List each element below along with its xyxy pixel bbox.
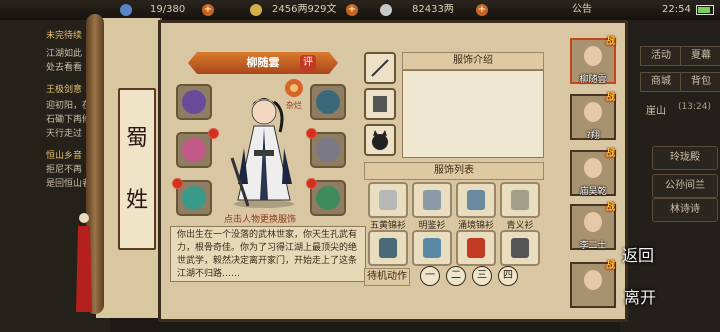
stamina-value: 19/380 — [150, 4, 186, 15]
bag-button[interactable]: 背包 — [680, 72, 720, 92]
outfit-icon — [423, 190, 441, 210]
outfit-item[interactable] — [456, 182, 496, 218]
quest-log-line[interactable]: 迎初阳，在 — [46, 98, 91, 111]
add-money-button[interactable]: + — [346, 4, 358, 16]
xiamu-button[interactable]: 夏幕 — [680, 46, 720, 66]
leave-button[interactable]: 离开 — [624, 284, 656, 308]
pose-page-4[interactable]: 四 — [498, 266, 518, 286]
hat-icon — [316, 90, 340, 114]
dagger-icon — [371, 59, 389, 77]
equip-slot-weapon[interactable] — [176, 132, 212, 168]
outfit-icon — [379, 238, 397, 258]
portrait-face-icon — [584, 102, 602, 122]
pose-page-2[interactable]: 二 — [446, 266, 466, 286]
npc-linshishi[interactable]: 林诗诗 — [652, 198, 718, 222]
outfit-list-header: 服饰列表 — [364, 162, 544, 180]
pose-page-1[interactable]: 一 — [420, 266, 440, 286]
outfit-icon — [511, 190, 529, 210]
eval-badge[interactable]: 评 — [300, 55, 316, 71]
outfit-item[interactable] — [412, 230, 452, 266]
battle-badge: 战 — [606, 203, 616, 213]
quest-log-line[interactable]: 恒山乡音 — [46, 148, 82, 161]
quest-log-line[interactable]: 拒尼不再 — [46, 162, 82, 175]
quest-log-line[interactable]: 石磡下再修 — [46, 112, 91, 125]
battle-badge: 战 — [606, 261, 616, 271]
outfit-item[interactable] — [500, 230, 540, 266]
accessory-intro-box — [402, 70, 544, 158]
ring-icon — [182, 186, 206, 210]
accessory-icon — [316, 186, 340, 210]
shop-button[interactable]: 商城 — [640, 72, 682, 92]
clock: 22:54 — [662, 4, 691, 15]
pet-cat-icon — [372, 130, 388, 150]
gear-item-icon — [182, 90, 206, 114]
silver-value: 82433两 — [412, 4, 454, 15]
accessory-slot-1[interactable] — [364, 52, 396, 84]
activity-button[interactable]: 活动 — [640, 46, 682, 66]
accessory-intro-header: 服饰介绍 — [402, 52, 544, 70]
stamina-icon — [120, 4, 132, 16]
npc-linglongdian[interactable]: 玲珑殿 — [652, 146, 718, 170]
portrait-face-icon — [584, 46, 602, 66]
portrait-name: ?翔 — [586, 131, 600, 141]
outfit-item[interactable] — [368, 230, 408, 266]
quest-log-line[interactable]: 处去看看 — [46, 60, 82, 73]
battle-badge: 战 — [606, 93, 616, 103]
tassel-ornament — [76, 213, 92, 312]
outfit-icon — [467, 190, 485, 210]
add-stamina-button[interactable]: + — [202, 4, 214, 16]
location-time: (13:24) — [678, 102, 711, 112]
battle-badge: 战 — [606, 149, 616, 159]
armor-icon — [316, 138, 340, 162]
accessory-slot-2[interactable] — [364, 88, 396, 120]
silver-icon — [380, 4, 392, 16]
back-button[interactable]: 返回 — [622, 242, 654, 266]
character-figure[interactable] — [214, 88, 312, 208]
portrait-face-icon — [584, 158, 602, 178]
character-description: 你出生在一个没落的武林世家，你天生孔武有力，根骨奇佳。你为了习得江湖上最顶尖的绝… — [170, 226, 366, 282]
outfit-icon — [423, 238, 441, 258]
quest-log-line[interactable]: 王极剑意 — [46, 82, 82, 95]
outfit-item[interactable] — [500, 182, 540, 218]
vest-icon — [373, 96, 387, 112]
outfit-item[interactable] — [456, 230, 496, 266]
npc-gongsun[interactable]: 公孙间兰 — [652, 174, 718, 198]
outfit-icon — [379, 190, 397, 210]
portrait-name: 庙吴乾 — [579, 187, 607, 197]
surname-char-2: 姓 — [125, 188, 148, 213]
outfit-item[interactable] — [412, 182, 452, 218]
quest-log-line[interactable]: 江湖如此 — [46, 46, 82, 59]
surname-bookmark: 蜀 姓 — [118, 88, 156, 250]
portrait-face-icon — [584, 212, 602, 232]
sword-icon — [182, 138, 206, 162]
accessory-slot-3[interactable] — [364, 124, 396, 156]
equip-slot-armor[interactable] — [310, 132, 346, 168]
notification-dot — [172, 178, 183, 189]
outfit-icon — [511, 238, 529, 258]
battle-badge: 战 — [606, 37, 616, 47]
equip-slot-hat[interactable] — [310, 84, 346, 120]
announcement-button[interactable]: 公告 — [572, 3, 592, 17]
change-outfit-hint: 点击人物更换服饰 — [223, 215, 296, 225]
location-name: 崖山 — [646, 106, 666, 117]
quest-log-line[interactable]: 未完待续 — [46, 28, 82, 41]
portrait-name: 柳随雲 — [579, 75, 607, 85]
surname-char-1: 蜀 — [125, 126, 148, 151]
battery-icon — [696, 5, 714, 15]
portrait-face-icon — [584, 270, 602, 290]
money-icon — [250, 4, 262, 16]
quest-log-line[interactable]: 天行走过 — [46, 126, 82, 139]
portrait-name: 李二士 — [579, 241, 607, 251]
pose-page-3[interactable]: 三 — [472, 266, 492, 286]
quest-log-line[interactable]: 是回恒山者 — [46, 176, 91, 189]
unavailable-x-icon — [467, 238, 485, 258]
equip-slot-head[interactable] — [176, 84, 212, 120]
outfit-item[interactable] — [368, 182, 408, 218]
idle-pose-label: 待机动作 — [364, 268, 410, 286]
money-value: 2456两929文 — [272, 4, 337, 15]
add-silver-button[interactable]: + — [476, 4, 488, 16]
